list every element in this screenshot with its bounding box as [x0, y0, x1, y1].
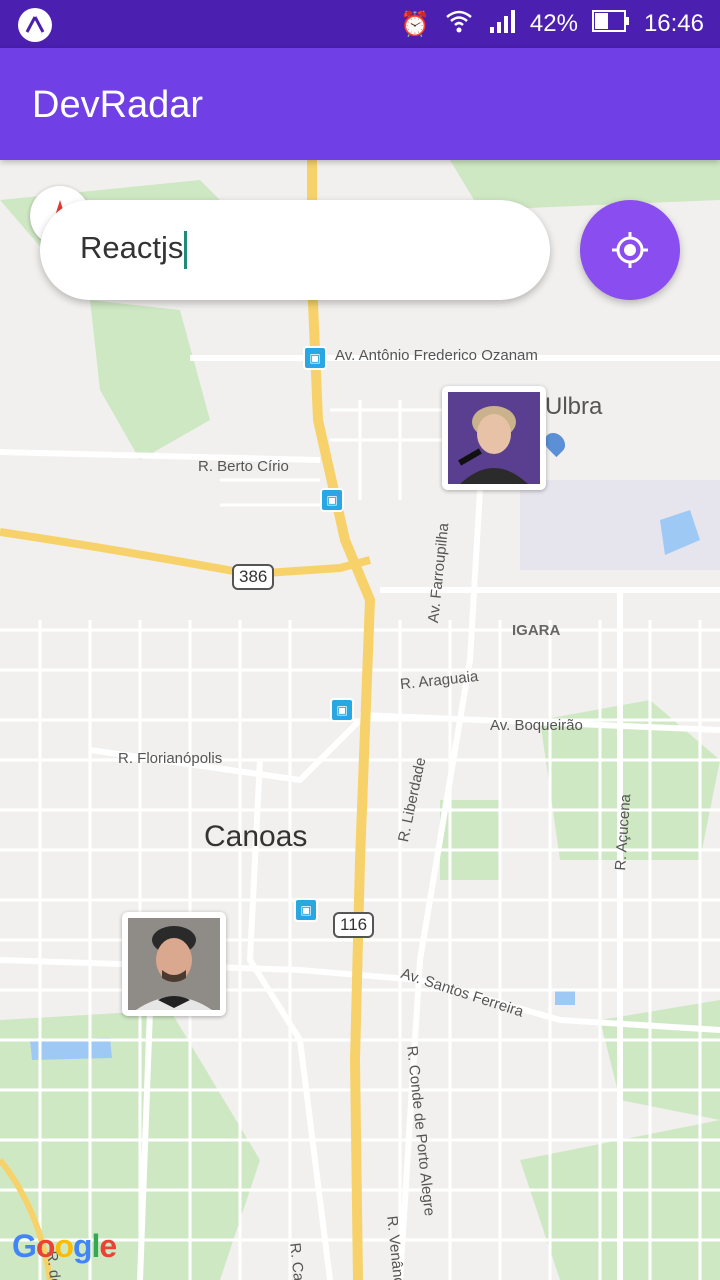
load-devs-button[interactable] — [580, 200, 680, 300]
highway-386-shield: 386 — [232, 564, 275, 590]
label-r-berto: R. Berto Círio — [198, 458, 289, 475]
battery-percentage: 42% — [529, 10, 578, 37]
battery-icon — [591, 9, 630, 40]
app-bar: DevRadar — [0, 48, 720, 160]
bus-stop-icon: ▣ — [330, 698, 354, 722]
app-title: DevRadar — [32, 84, 204, 126]
search-bar[interactable]: Reactjs — [40, 200, 550, 300]
alarm-icon: ⏰ — [400, 10, 430, 38]
dev-avatar-1 — [448, 392, 540, 484]
clock: 16:46 — [643, 10, 704, 37]
map-canvas — [0, 160, 720, 1280]
label-r-florianopolis: R. Florianópolis — [118, 750, 223, 767]
wifi-icon — [444, 8, 474, 41]
dev-marker-2[interactable] — [122, 912, 226, 1016]
google-logo-letter: o — [54, 1228, 74, 1264]
status-bar: ⏰ 42% 16:46 — [0, 0, 720, 48]
bus-stop-icon: ▣ — [320, 488, 344, 512]
map-view[interactable]: Av. Antônio Frederico Ozanam Ulbra R. Be… — [0, 160, 720, 1280]
my-location-icon — [612, 232, 648, 268]
bus-stop-icon: ▣ — [303, 346, 327, 370]
dev-marker-1[interactable] — [442, 386, 546, 490]
status-icons: ⏰ 42% 16:46 — [400, 0, 704, 48]
label-av-boqueirao: Av. Boqueirão — [490, 717, 583, 734]
bus-stop-icon: ▣ — [294, 898, 318, 922]
label-igara: IGARA — [512, 622, 561, 639]
expo-icon — [18, 8, 52, 42]
search-input[interactable]: Reactjs — [80, 230, 188, 269]
search-input-value: Reactjs — [80, 230, 184, 265]
text-cursor — [184, 230, 188, 269]
google-logo-letter: e — [99, 1228, 117, 1264]
label-av-antonio: Av. Antônio Frederico Ozanam — [335, 347, 538, 364]
label-canoas: Canoas — [204, 820, 308, 853]
signal-icon — [488, 9, 516, 40]
label-ulbra: Ulbra — [545, 393, 603, 420]
google-logo: Google — [12, 1228, 117, 1265]
highway-116-shield: 116 — [333, 912, 375, 938]
google-logo-letter: g — [72, 1228, 93, 1264]
google-logo-letter: G — [12, 1228, 37, 1264]
dev-avatar-2 — [128, 918, 220, 1010]
google-logo-letter: o — [35, 1228, 56, 1264]
